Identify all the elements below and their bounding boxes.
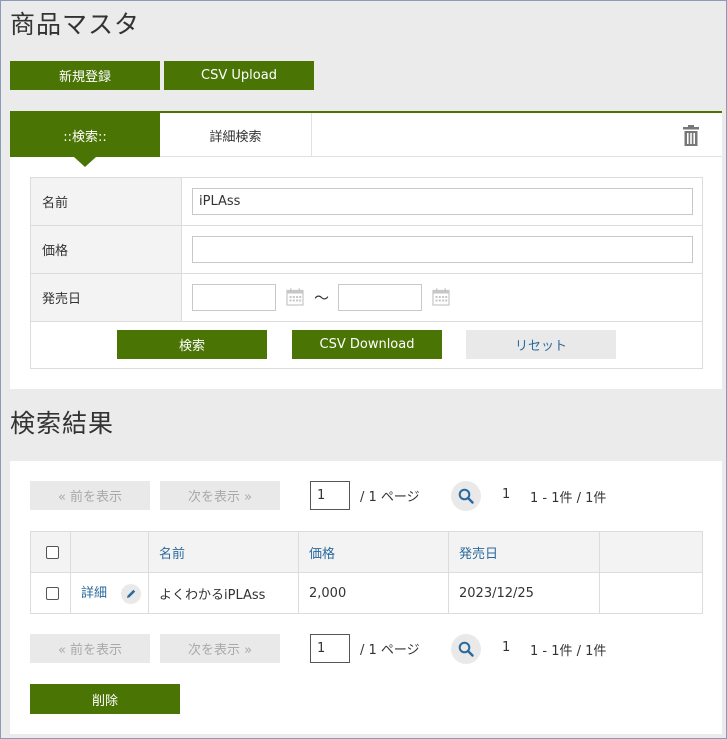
prev-page-button[interactable]: « 前を表示 xyxy=(30,481,150,510)
select-all-checkbox[interactable] xyxy=(46,545,59,559)
page-jump-button[interactable] xyxy=(451,634,481,664)
results-panel: « 前を表示 次を表示 » / 1 ページ 1 1 - 1件 / 1件 名前 価… xyxy=(10,461,722,734)
results-title: 検索結果 xyxy=(10,409,115,438)
results-table: 名前 価格 発売日 詳細 よくわかるiPLAss 2,000 2023/12/2… xyxy=(30,531,703,614)
search-icon xyxy=(458,641,474,657)
prev-page-button[interactable]: « 前を表示 xyxy=(30,634,150,663)
reset-button[interactable]: リセット xyxy=(466,330,616,359)
calendar-icon[interactable] xyxy=(286,288,304,306)
next-page-button[interactable]: 次を表示 » xyxy=(160,634,280,663)
row-action-cell: 詳細 xyxy=(70,572,149,614)
form-row-price: 価格 xyxy=(31,226,702,274)
search-tabbar: ::検索:: 詳細検索 xyxy=(10,113,722,167)
page-jump-button[interactable] xyxy=(451,481,481,511)
search-actions: 検索 CSV Download リセット xyxy=(31,322,702,368)
table-header-row: 名前 価格 発売日 xyxy=(30,531,703,573)
date-from-input[interactable] xyxy=(192,284,276,311)
page-title: 商品マスタ xyxy=(10,10,141,39)
filler-column-header xyxy=(599,531,703,573)
reset-button-label: リセット xyxy=(514,339,567,354)
row-select-cell xyxy=(30,572,71,614)
search-form: 名前 価格 発売日 ～ xyxy=(30,177,703,369)
name-input[interactable] xyxy=(192,188,693,215)
row-price-cell: 2,000 xyxy=(298,572,449,614)
page-total: / 1 ページ xyxy=(360,490,420,505)
column-header-name[interactable]: 名前 xyxy=(148,531,299,573)
form-row-name: 名前 xyxy=(31,178,702,226)
search-panel: ::検索:: 詳細検索 名前 価格 発売日 xyxy=(10,111,722,389)
price-input[interactable] xyxy=(192,236,693,263)
csv-download-label: CSV Download xyxy=(319,337,415,352)
column-header-date[interactable]: 発売日 xyxy=(448,531,600,573)
pager-bottom: « 前を表示 次を表示 » / 1 ページ 1 1 - 1件 / 1件 xyxy=(30,634,710,664)
next-page-button[interactable]: 次を表示 » xyxy=(160,481,280,510)
date-to-input[interactable] xyxy=(338,284,422,311)
result-range: 1 - 1件 / 1件 xyxy=(530,491,607,506)
row-date-cell: 2023/12/25 xyxy=(448,572,600,614)
new-button-label: 新規登録 xyxy=(58,70,111,85)
form-row-date: 発売日 ～ xyxy=(31,274,702,322)
next-page-label: 次を表示 » xyxy=(187,643,253,658)
date-label: 発売日 xyxy=(31,274,182,321)
edit-button[interactable] xyxy=(121,583,142,604)
new-button[interactable]: 新規登録 xyxy=(10,61,160,90)
name-label: 名前 xyxy=(31,178,182,225)
action-column-header xyxy=(70,531,149,573)
search-icon xyxy=(458,488,474,504)
table-row: 詳細 よくわかるiPLAss 2,000 2023/12/25 xyxy=(30,572,703,614)
csv-upload-label: CSV Upload xyxy=(201,68,277,83)
select-all-cell xyxy=(30,531,71,573)
result-range: 1 - 1件 / 1件 xyxy=(530,644,607,659)
tab-simple-search[interactable]: ::検索:: xyxy=(10,113,160,167)
price-label: 価格 xyxy=(31,226,182,273)
page-total: / 1 ページ xyxy=(360,643,420,658)
tab-detail-search[interactable]: 詳細検索 xyxy=(160,113,312,157)
tab-simple-search-label: ::検索:: xyxy=(63,129,107,145)
delete-button[interactable]: 削除 xyxy=(30,684,180,714)
calendar-icon[interactable] xyxy=(432,288,450,306)
pencil-icon xyxy=(127,589,136,598)
pager-top: « 前を表示 次を表示 » / 1 ページ 1 1 - 1件 / 1件 xyxy=(30,481,710,511)
prev-page-label: « 前を表示 xyxy=(57,490,123,505)
current-page: 1 xyxy=(502,640,511,655)
row-filler-cell xyxy=(599,572,703,614)
date-range-tilde: ～ xyxy=(314,289,330,307)
delete-button-label: 削除 xyxy=(91,693,118,709)
page-number-input[interactable] xyxy=(310,634,350,663)
column-header-price[interactable]: 価格 xyxy=(298,531,449,573)
prev-page-label: « 前を表示 xyxy=(57,643,123,658)
page-number-input[interactable] xyxy=(310,481,350,510)
row-checkbox[interactable] xyxy=(46,586,59,600)
search-button-label: 検索 xyxy=(178,339,205,354)
row-name-cell: よくわかるiPLAss xyxy=(148,572,299,614)
next-page-label: 次を表示 » xyxy=(187,490,253,505)
active-tab-arrow xyxy=(74,157,96,167)
detail-link[interactable]: 詳細 xyxy=(81,586,107,601)
current-page: 1 xyxy=(502,487,511,502)
csv-download-button[interactable]: CSV Download xyxy=(292,330,442,359)
tab-detail-search-label: 詳細検索 xyxy=(209,129,262,145)
trash-icon[interactable] xyxy=(682,125,700,147)
csv-upload-button[interactable]: CSV Upload xyxy=(164,61,314,90)
search-button[interactable]: 検索 xyxy=(117,330,267,359)
